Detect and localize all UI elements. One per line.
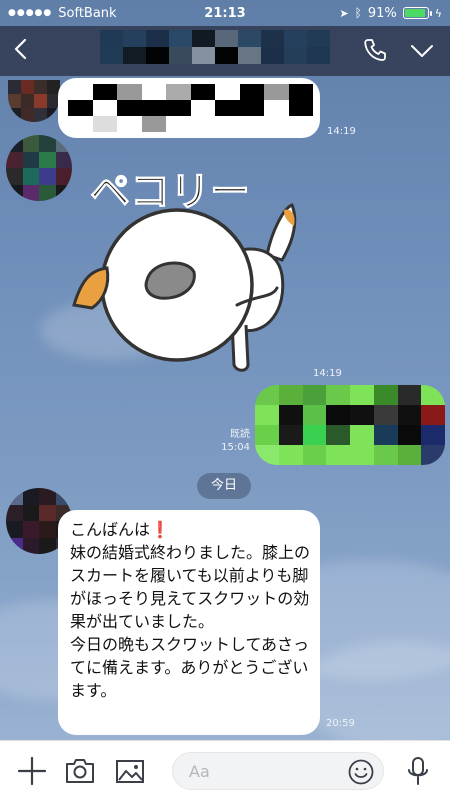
message-input-box[interactable]	[172, 752, 384, 790]
sticker-caption: ペコリー	[90, 169, 250, 215]
message-text-pixelated	[68, 84, 313, 132]
emoji-icon[interactable]	[347, 758, 375, 786]
chat-header	[0, 26, 450, 76]
status-time: 21:13	[204, 5, 246, 21]
back-chevron-icon[interactable]	[8, 36, 34, 62]
message-time: 20:59	[326, 718, 355, 729]
message-text: こんばんは❗ 妹の結婚式終わりました。膝上のスカートを履いても以前よりも脚がほっ…	[70, 520, 311, 700]
sticker-cat-bow[interactable]: ペコリー	[62, 160, 302, 390]
chevron-down-icon[interactable]	[408, 37, 436, 63]
phone-icon[interactable]	[362, 37, 388, 63]
status-bar: ●●●●● SoftBank 21:13 ➤ ᛒ 91% ϟ	[0, 0, 450, 26]
microphone-icon[interactable]	[402, 755, 434, 787]
image-icon[interactable]	[114, 755, 146, 787]
received-message-bubble[interactable]	[58, 78, 320, 138]
sticker-time: 14:19	[313, 368, 342, 379]
date-divider: 今日	[197, 473, 251, 499]
plus-icon[interactable]	[16, 755, 48, 787]
read-status: 既読 15:04	[214, 428, 250, 454]
read-label: 既読	[230, 429, 250, 440]
message-input[interactable]	[189, 753, 339, 789]
battery-icon	[402, 7, 432, 19]
message-time: 14:19	[327, 126, 356, 137]
contact-name-pixelated	[100, 30, 330, 64]
sent-time: 15:04	[221, 442, 250, 453]
input-bar	[0, 740, 450, 800]
received-message-bubble[interactable]: こんばんは❗ 妹の結婚式終わりました。膝上のスカートを履いても以前よりも脚がほっ…	[58, 510, 320, 735]
camera-icon[interactable]	[64, 755, 96, 787]
sent-message-bubble[interactable]	[255, 385, 445, 465]
